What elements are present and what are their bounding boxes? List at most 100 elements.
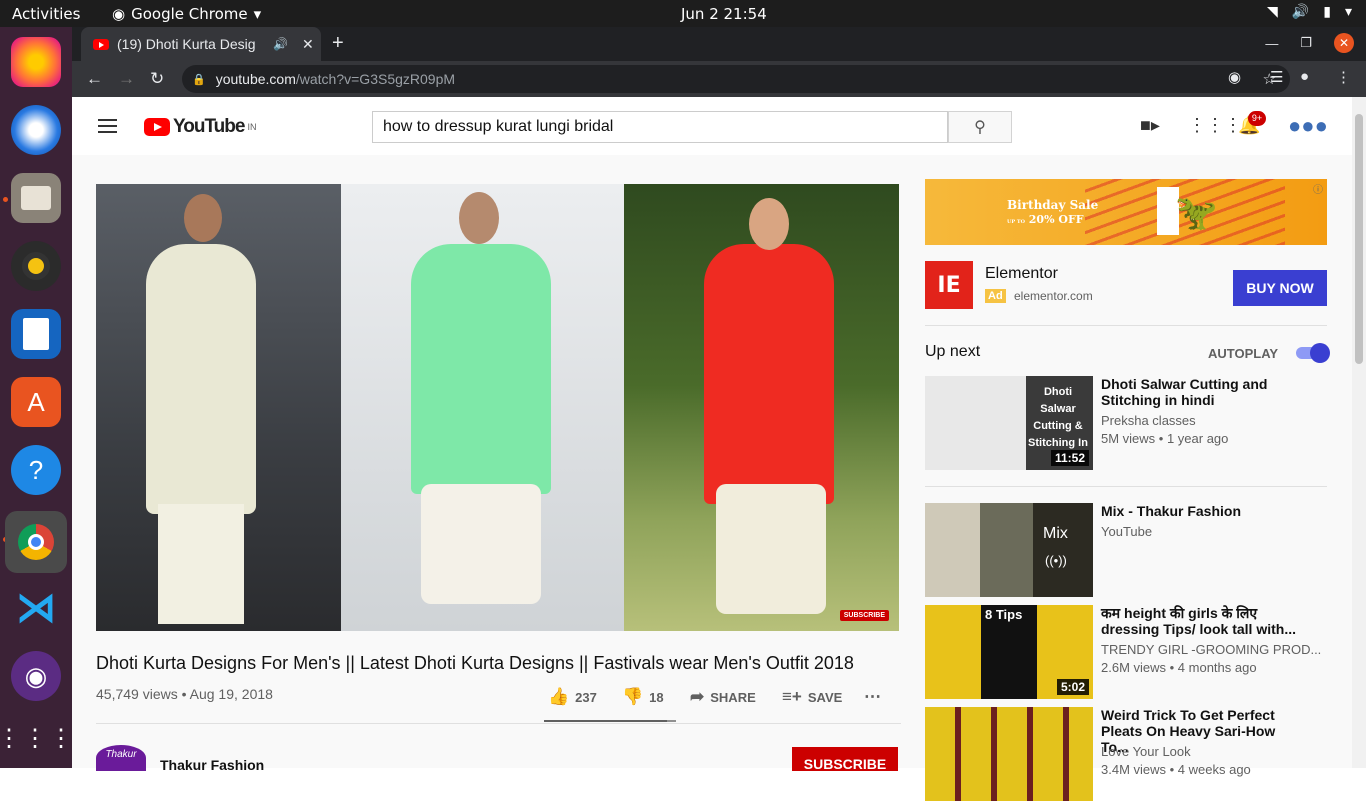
video-panel-1 (96, 184, 341, 631)
video-duration: 11:52 (1050, 450, 1089, 466)
recommended-channel[interactable]: TRENDY GIRL -GROOMING PROD... (1101, 642, 1321, 657)
thumbnail-text: 8 Tips (985, 607, 1023, 622)
recommended-video[interactable]: 8 Tips 5:02 कम height की girls के लिए dr… (925, 605, 1327, 699)
advertiser-logo[interactable]: IE (925, 261, 973, 309)
recommended-mix[interactable]: Mix ((•)) Mix - Thakur Fashion YouTube (925, 503, 1327, 597)
ad-badge: Ad (985, 289, 1006, 303)
recommended-channel[interactable]: Preksha classes (1101, 413, 1196, 428)
subscribe-button[interactable]: SUBSCRIBE (792, 747, 898, 772)
dislike-button[interactable]: 👎 18 (622, 687, 690, 707)
share-button[interactable]: ➦ SHARE (690, 687, 782, 707)
video-panel-3: SUBSCRIBE (624, 184, 899, 631)
back-button[interactable]: ← (86, 69, 103, 89)
forward-button[interactable]: → (118, 69, 135, 89)
account-avatar[interactable]: ●●● (1288, 113, 1328, 139)
thunderbird-icon[interactable] (11, 105, 61, 155)
writer-icon[interactable] (11, 309, 61, 359)
rhythmbox-icon[interactable] (11, 241, 61, 291)
recommended-video[interactable]: Dhoti Salwar Cutting & Stitching In 11:5… (925, 376, 1327, 470)
hamburger-menu-icon[interactable] (98, 119, 117, 137)
ad-banner-offer: UP TO 20% OFF (1007, 213, 1084, 226)
video-actions: 👍 237 👎 18 ➦ SHARE ≡+ SAVE ⋯ (548, 687, 881, 707)
ad-info-icon[interactable]: ⓘ (1313, 181, 1323, 196)
mix-label: Mix (1043, 525, 1068, 542)
page-scrollbar[interactable] (1352, 97, 1366, 768)
create-video-icon[interactable]: ■▸ (1140, 115, 1160, 136)
like-button[interactable]: 👍 237 (548, 687, 622, 707)
advertiser-url[interactable]: elementor.com (1014, 289, 1093, 303)
recommended-title[interactable]: Mix - Thakur Fashion (1101, 503, 1301, 519)
apps-grid-icon[interactable]: ⋮⋮⋮ (0, 713, 73, 763)
divider (96, 723, 901, 724)
more-actions-icon[interactable]: ⋯ (864, 687, 881, 707)
video-title: Dhoti Kurta Designs For Men's || Latest … (96, 653, 854, 673)
wifi-icon: ◥ (1267, 4, 1278, 20)
lock-icon[interactable]: 🔒 (192, 73, 206, 86)
firefox-icon[interactable] (11, 37, 61, 87)
recommended-channel[interactable]: YouTube (1101, 524, 1152, 539)
podcast-icon[interactable]: ◉ (11, 651, 61, 701)
save-label: SAVE (807, 689, 843, 705)
clock[interactable]: Jun 2 21:54 (681, 5, 767, 23)
close-tab-icon[interactable]: ✕ (302, 36, 314, 53)
buy-now-button[interactable]: BUY NOW (1233, 270, 1327, 306)
channel-avatar[interactable]: Thakur (96, 745, 146, 771)
search-input[interactable]: how to dressup kurat lungi bridal (372, 111, 948, 143)
apps-icon[interactable]: ⋮⋮⋮ (1188, 115, 1242, 136)
activities-button[interactable]: Activities (12, 5, 80, 23)
system-tray[interactable]: ◥ 🔊 ▮ ▾ (1267, 4, 1352, 20)
recommended-title[interactable]: कम height की girls के लिए dressing Tips/… (1101, 605, 1301, 637)
share-arrow-icon: ➦ (690, 687, 705, 706)
recommended-channel[interactable]: Love Your Look (1101, 744, 1191, 759)
channel-name[interactable]: Thakur Fashion (160, 757, 264, 773)
video-player[interactable]: SUBSCRIBE (96, 184, 899, 631)
ad-banner-offer-value: 20% OFF (1028, 213, 1084, 226)
recommended-video[interactable]: Weird Trick To Get Perfect Pleats On Hea… (925, 707, 1327, 801)
subscribe-watermark[interactable]: SUBSCRIBE (839, 610, 889, 621)
video-thumbnail[interactable]: 8 Tips 5:02 (925, 605, 1093, 699)
recommended-title[interactable]: Dhoti Salwar Cutting and Stitching in hi… (1101, 376, 1301, 408)
maximize-button[interactable]: ❐ (1300, 35, 1312, 51)
recommended-meta: 2.6M views • 4 months ago (1101, 660, 1257, 675)
video-thumbnail[interactable]: Dhoti Salwar Cutting & Stitching In 11:5… (925, 376, 1093, 470)
youtube-logo[interactable]: YouTube IN (144, 116, 256, 138)
video-thumbnail[interactable]: Mix ((•)) (925, 503, 1093, 597)
menu-dots-icon[interactable]: ⋮ (1336, 68, 1351, 86)
autoplay-toggle[interactable] (1296, 343, 1330, 363)
ad-banner[interactable]: Birthday Sale UP TO 20% OFF 🦖 ⓘ (925, 179, 1327, 245)
close-window-button[interactable]: ✕ (1334, 33, 1354, 53)
youtube-logo-text: YouTube (173, 116, 245, 137)
tab-youtube[interactable]: (19) Dhoti Kurta Desig 🔊 ✕ (81, 27, 321, 61)
save-button[interactable]: ≡+ SAVE (782, 687, 864, 707)
new-tab-button[interactable]: + (332, 32, 344, 55)
search-button[interactable]: ⚲ (948, 111, 1012, 143)
scrollbar-thumb[interactable] (1355, 114, 1363, 364)
extension-icon[interactable]: ◉ (1228, 68, 1241, 86)
ad-banner-headline: Birthday Sale (1007, 198, 1099, 212)
advertiser-name[interactable]: Elementor (985, 265, 1058, 283)
chrome-icon[interactable] (5, 511, 67, 573)
help-icon[interactable]: ? (11, 445, 61, 495)
profile-icon[interactable]: ● (1300, 68, 1309, 85)
media-queue-icon[interactable]: ☰ (1270, 68, 1283, 86)
files-icon[interactable] (11, 173, 61, 223)
playlist-add-icon: ≡+ (782, 687, 802, 706)
battery-icon: ▮ (1323, 4, 1331, 20)
tab-strip: (19) Dhoti Kurta Desig 🔊 ✕ + — ❐ ✕ (72, 27, 1366, 61)
share-label: SHARE (710, 689, 756, 705)
volume-icon: 🔊 (1291, 4, 1310, 20)
software-icon[interactable]: A (11, 377, 61, 427)
app-menu[interactable]: ◉ Google Chrome ▾ (112, 5, 261, 23)
audio-playing-icon[interactable]: 🔊 (273, 37, 288, 51)
minimize-button[interactable]: — (1265, 36, 1278, 51)
region-code: IN (247, 122, 257, 132)
omnibox[interactable]: 🔒 youtube.com/watch?v=G3S5gzR09pM ☆ (182, 65, 1290, 93)
video-views-date: 45,749 views • Aug 19, 2018 (96, 686, 273, 702)
notification-count-badge: 9+ (1248, 111, 1266, 126)
video-thumbnail[interactable] (925, 707, 1093, 801)
vscode-icon[interactable]: ⋊ (11, 583, 61, 633)
tab-title: (19) Dhoti Kurta Desig (117, 36, 256, 52)
dislike-count: 18 (649, 689, 664, 705)
video-duration: 5:02 (1056, 679, 1089, 695)
reload-button[interactable]: ↻ (150, 69, 164, 89)
